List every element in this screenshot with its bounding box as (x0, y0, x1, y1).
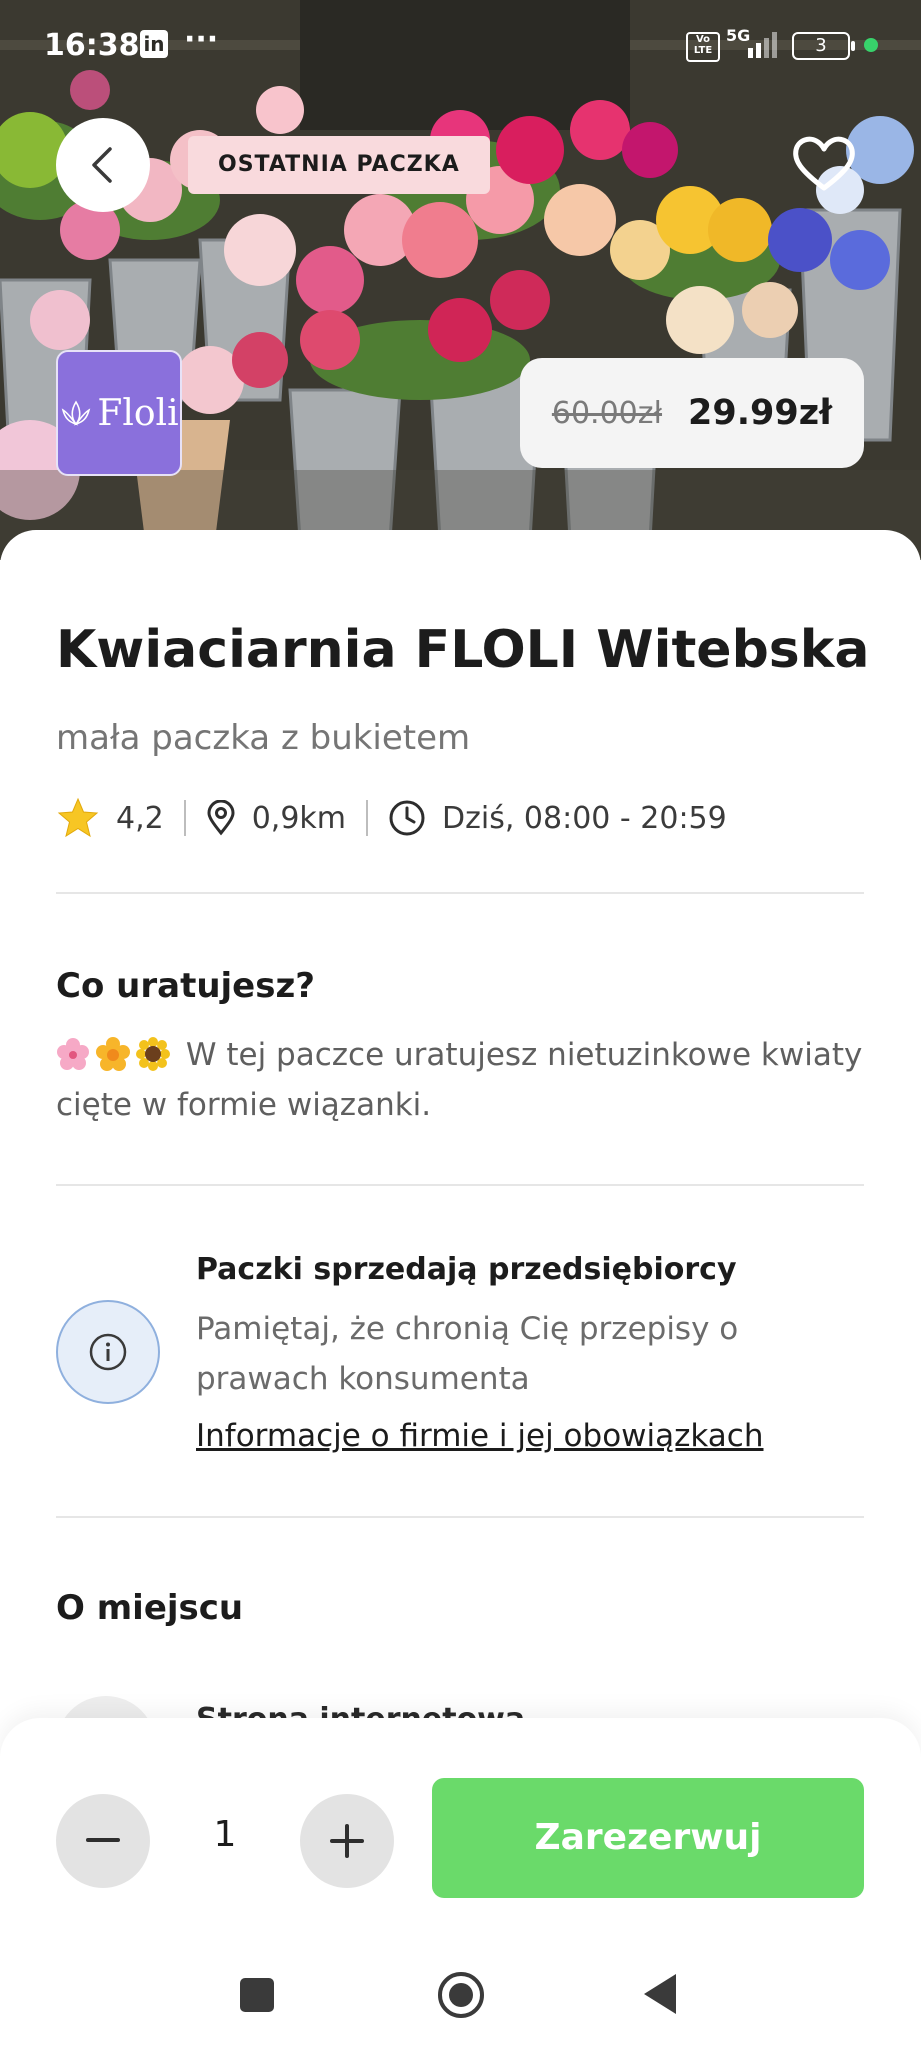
package-subtitle: mała paczka z bukietem (56, 718, 471, 758)
reservation-bar: 1 Zarezerwuj (0, 1718, 921, 1938)
volte-icon: Vo LTE (686, 32, 720, 62)
cherry-blossom-icon (57, 1038, 89, 1070)
battery-icon: 3 (792, 32, 855, 60)
original-price: 60.00zł (551, 395, 663, 431)
discounted-price: 29.99zł (688, 393, 833, 433)
increase-quantity-button[interactable] (300, 1794, 394, 1888)
company-info-link[interactable]: Informacje o firmie i jej obowiązkach (196, 1418, 764, 1454)
privacy-indicator-dot (864, 38, 878, 52)
meta-divider (366, 800, 369, 836)
rescue-description-text: W tej paczce uratujesz nietuzinkowe kwia… (56, 1037, 863, 1123)
decrease-quantity-button[interactable] (56, 1794, 150, 1888)
clock-icon (389, 800, 425, 836)
heart-icon (793, 136, 855, 191)
price-card: 60.00zł 29.99zł (520, 358, 864, 468)
network-type: 5G (726, 26, 751, 45)
favorite-button[interactable] (790, 132, 858, 194)
last-package-badge: OSTATNIA PACZKA (188, 136, 490, 194)
more-notifications-icon: ··· (184, 22, 219, 57)
chevron-left-icon (92, 147, 112, 183)
details-sheet: Kwiaciarnia FLOLI Witebska mała paczka z… (0, 530, 921, 1770)
reserve-button[interactable]: Zarezerwuj (432, 1778, 864, 1898)
meta-divider (183, 800, 186, 836)
info-title: Paczki sprzedają przedsiębiorcy (196, 1252, 737, 1287)
rating-value: 4,2 (116, 800, 164, 836)
info-text: Pamiętaj, że chronią Cię przepisy o praw… (196, 1311, 739, 1397)
store-meta: 4,2 0,9km Dziś, 08:00 - 20:59 (56, 788, 727, 848)
blossom-icon (96, 1037, 130, 1071)
distance-value: 0,9km (251, 800, 347, 836)
status-bar: 16:38 in ··· Vo LTE 5G 3 (0, 0, 921, 92)
plus-icon (330, 1824, 364, 1858)
recent-apps-button[interactable] (240, 1978, 274, 2012)
quantity-value: 1 (213, 1814, 237, 1855)
system-back-button[interactable] (642, 1972, 678, 2016)
hero-image: 16:38 in ··· Vo LTE 5G 3 OSTATNIA PACZKA… (0, 0, 921, 560)
store-logo: Floli (56, 350, 182, 476)
rescue-heading: Co uratujesz? (56, 966, 315, 1006)
store-logo-text: Floli (97, 392, 179, 434)
info-icon (89, 1333, 127, 1371)
location-pin-icon (207, 800, 235, 836)
info-badge (56, 1300, 160, 1404)
section-divider (56, 1516, 864, 1518)
back-button[interactable] (56, 118, 150, 212)
section-divider (56, 1184, 864, 1186)
minus-icon (86, 1838, 120, 1842)
status-time: 16:38 (44, 28, 140, 63)
place-heading: O miejscu (56, 1588, 244, 1628)
system-navigation-bar (0, 1938, 921, 2048)
linkedin-icon: in (140, 30, 168, 58)
home-button[interactable] (436, 1970, 486, 2020)
sunflower-icon (136, 1037, 170, 1071)
lotus-icon (62, 400, 91, 426)
store-title: Kwiaciarnia FLOLI Witebska (56, 620, 870, 680)
star-icon (57, 797, 99, 838)
section-divider (56, 892, 864, 894)
rescue-description: W tej paczce uratujesz nietuzinkowe kwia… (56, 1030, 866, 1130)
signal-icon (748, 32, 777, 58)
pickup-hours: Dziś, 08:00 - 20:59 (442, 800, 727, 836)
